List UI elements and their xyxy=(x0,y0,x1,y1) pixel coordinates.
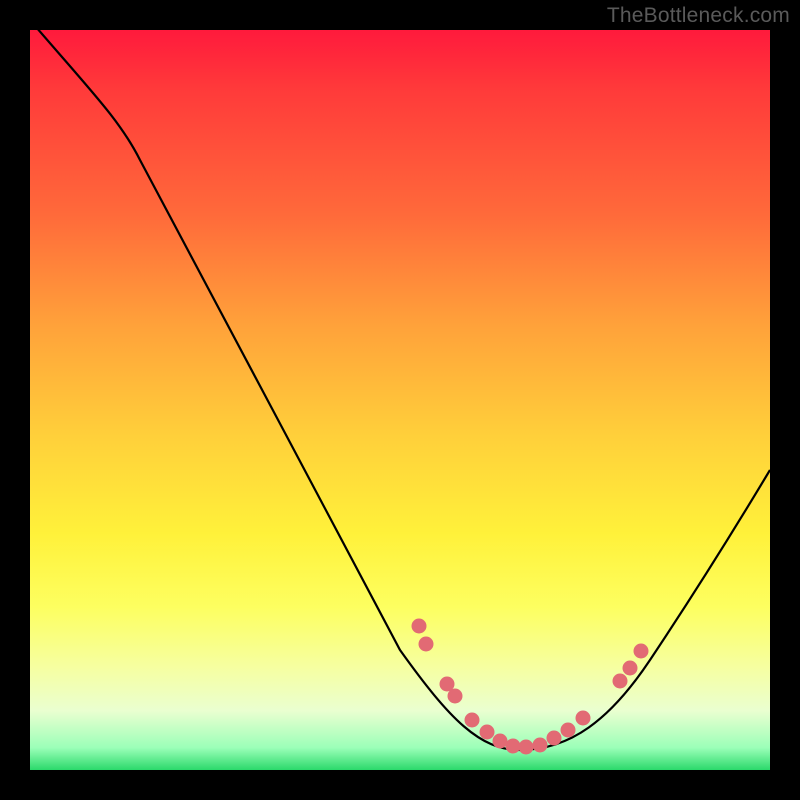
watermark-text: TheBottleneck.com xyxy=(607,4,790,28)
data-point xyxy=(448,689,463,704)
data-point xyxy=(465,713,480,728)
data-point xyxy=(623,661,638,676)
chart-plot-area xyxy=(30,30,770,770)
data-point xyxy=(634,644,649,659)
data-dots xyxy=(412,619,649,755)
data-point xyxy=(519,740,534,755)
data-point xyxy=(419,637,434,652)
chart-svg xyxy=(30,30,770,770)
data-point xyxy=(533,738,548,753)
data-point xyxy=(506,739,521,754)
data-point xyxy=(412,619,427,634)
data-point xyxy=(561,723,576,738)
data-point xyxy=(547,731,562,746)
data-point xyxy=(576,711,591,726)
data-point xyxy=(493,734,508,749)
data-point xyxy=(613,674,628,689)
data-point xyxy=(480,725,495,740)
bottleneck-curve xyxy=(30,30,770,750)
